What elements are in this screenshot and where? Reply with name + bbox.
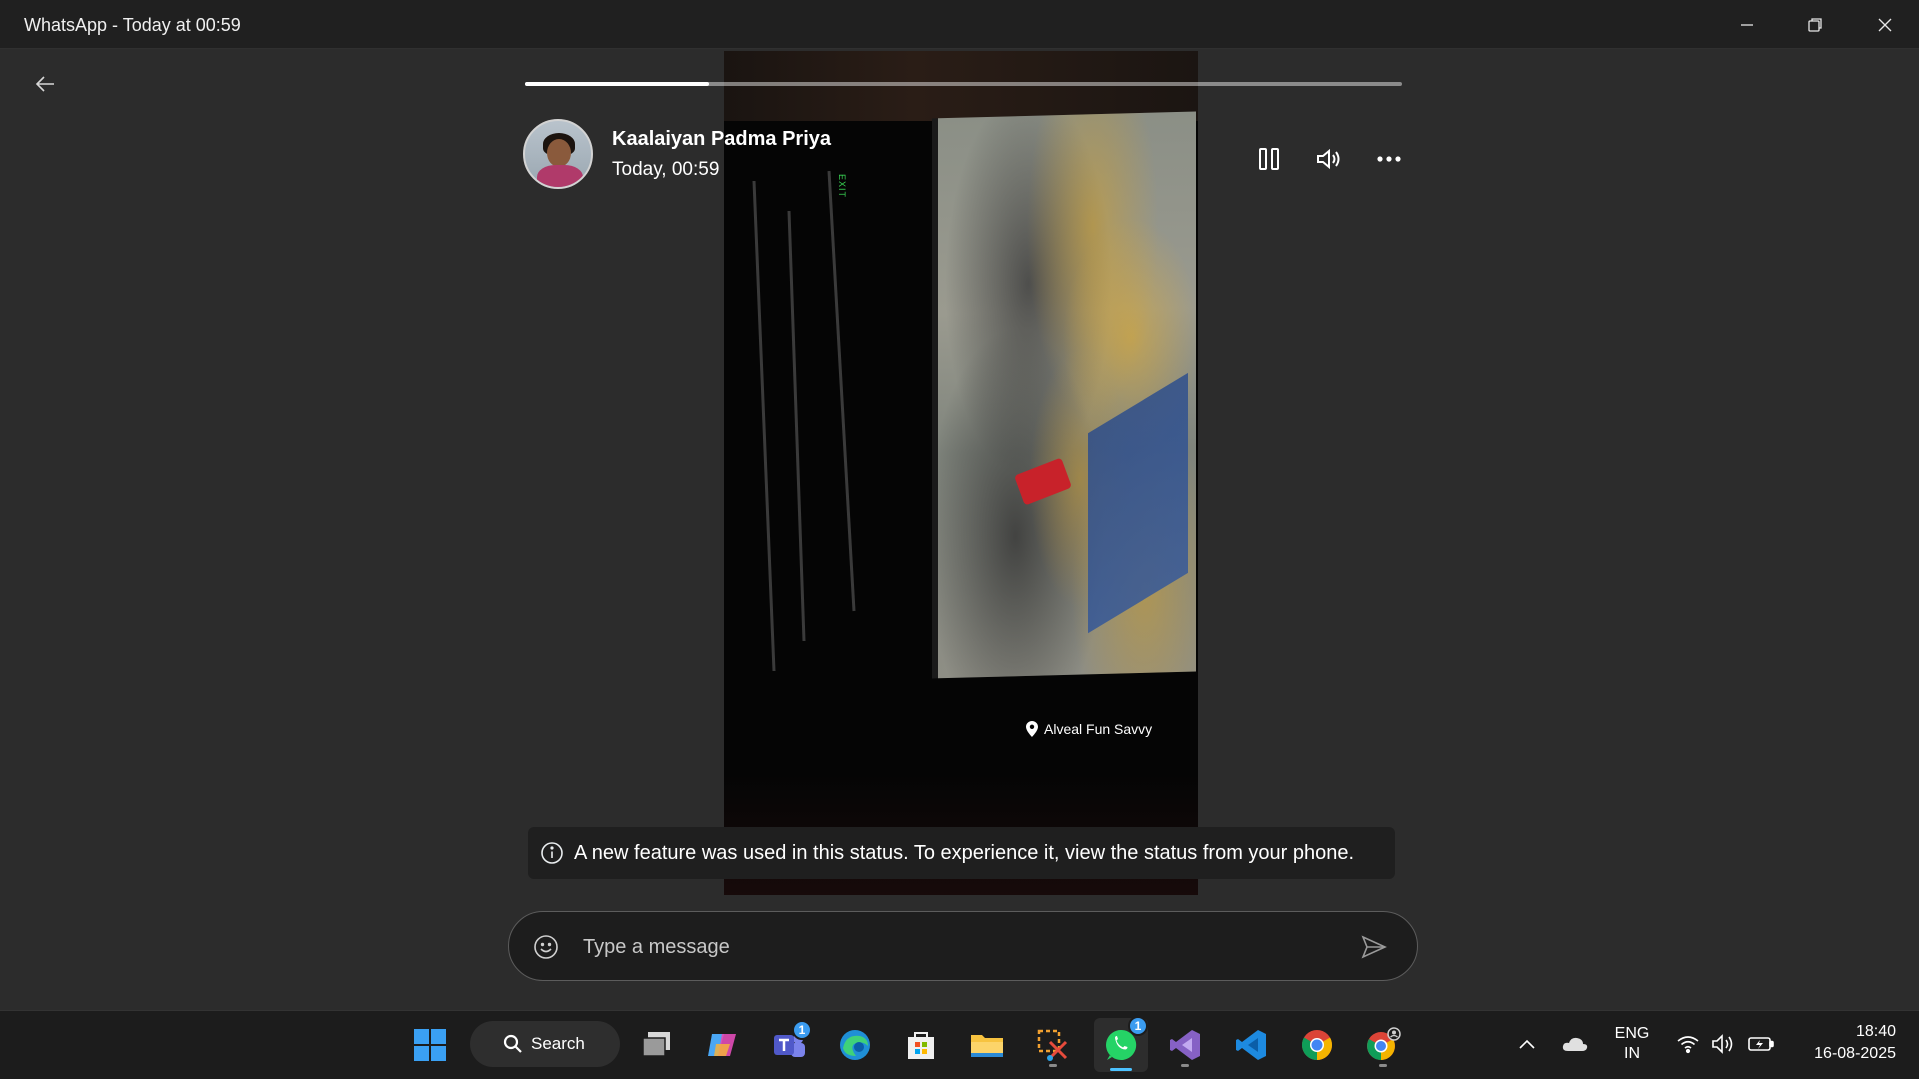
snipping-tool-icon bbox=[1037, 1029, 1068, 1061]
search-icon bbox=[503, 1034, 522, 1053]
snipping-tool-button[interactable] bbox=[1030, 1022, 1076, 1068]
edge-button[interactable] bbox=[832, 1022, 878, 1068]
smiley-icon bbox=[534, 935, 558, 959]
send-icon bbox=[1361, 935, 1387, 959]
title-bar: WhatsApp - Today at 00:59 bbox=[0, 0, 1919, 49]
file-explorer-button[interactable] bbox=[964, 1022, 1010, 1068]
blue-banner bbox=[1088, 372, 1188, 634]
volume-icon bbox=[1712, 1034, 1733, 1054]
arrow-left-icon bbox=[35, 76, 54, 92]
show-hidden-icons-button[interactable] bbox=[1512, 1024, 1542, 1064]
vscode-icon bbox=[1236, 1030, 1266, 1060]
feature-notice-text: A new feature was used in this status. T… bbox=[574, 841, 1355, 864]
teams-badge: 1 bbox=[792, 1020, 812, 1040]
start-button[interactable] bbox=[407, 1022, 453, 1068]
video-top-shade bbox=[724, 51, 1198, 121]
search-label: Search bbox=[531, 1034, 585, 1053]
microsoft-store-button[interactable] bbox=[898, 1022, 944, 1068]
location-pin-icon bbox=[1026, 721, 1038, 737]
volume-button[interactable] bbox=[1311, 141, 1347, 177]
restore-button[interactable] bbox=[1781, 0, 1849, 49]
task-view-button[interactable] bbox=[634, 1022, 680, 1068]
battery-charging-icon bbox=[1748, 1037, 1774, 1051]
task-view-icon bbox=[642, 1032, 670, 1057]
status-video[interactable]: EXIT Alveal Fun Savvy bbox=[724, 51, 1198, 895]
back-button[interactable] bbox=[30, 69, 60, 99]
feature-notice: A new feature was used in this status. T… bbox=[528, 827, 1395, 879]
language-code: ENG bbox=[1614, 1025, 1650, 1042]
cloud-icon bbox=[1562, 1037, 1588, 1051]
exit-sign: EXIT bbox=[837, 173, 848, 199]
pause-icon bbox=[1259, 148, 1279, 170]
pause-button[interactable] bbox=[1251, 141, 1287, 177]
more-horizontal-icon bbox=[1377, 156, 1401, 162]
battery-button[interactable] bbox=[1744, 1024, 1778, 1064]
video-scene bbox=[932, 111, 1196, 679]
avatar[interactable] bbox=[523, 119, 593, 189]
language-indicator[interactable]: ENG IN bbox=[1608, 1024, 1656, 1064]
vscode-button[interactable] bbox=[1228, 1022, 1274, 1068]
message-input[interactable] bbox=[583, 928, 1323, 966]
chrome-profile-button[interactable] bbox=[1360, 1022, 1406, 1068]
windows-start-icon bbox=[414, 1029, 446, 1061]
chevron-up-icon bbox=[1519, 1039, 1535, 1049]
reply-composer bbox=[508, 911, 1418, 981]
minimize-button[interactable] bbox=[1713, 0, 1781, 49]
window-title: WhatsApp - Today at 00:59 bbox=[24, 15, 241, 35]
close-icon bbox=[1878, 18, 1892, 31]
region-code: IN bbox=[1624, 1045, 1640, 1062]
teams-button[interactable]: 1 bbox=[766, 1020, 812, 1068]
video-left-rails bbox=[734, 170, 884, 691]
more-options-button[interactable] bbox=[1371, 141, 1407, 177]
visual-studio-icon bbox=[1170, 1030, 1200, 1060]
send-button[interactable] bbox=[1359, 932, 1389, 962]
red-figure bbox=[1014, 457, 1072, 506]
visual-studio-button[interactable] bbox=[1162, 1022, 1208, 1068]
copilot-button[interactable] bbox=[700, 1022, 746, 1068]
wifi-button[interactable] bbox=[1672, 1024, 1704, 1064]
restore-icon bbox=[1808, 17, 1822, 32]
minimize-icon bbox=[1741, 23, 1753, 26]
location-tag: Alveal Fun Savvy bbox=[1026, 721, 1152, 737]
status-timestamp: Today, 00:59 bbox=[612, 159, 720, 180]
copilot-icon bbox=[708, 1034, 736, 1056]
close-button[interactable] bbox=[1851, 0, 1919, 49]
volume-tray-button[interactable] bbox=[1708, 1024, 1740, 1064]
clock-date: 16-08-2025 bbox=[1814, 1045, 1896, 1062]
edge-icon bbox=[840, 1030, 870, 1060]
chrome-button[interactable] bbox=[1294, 1022, 1340, 1068]
chrome-profile-icon bbox=[1367, 1027, 1401, 1060]
microsoft-store-icon bbox=[908, 1032, 934, 1059]
info-icon bbox=[541, 842, 563, 864]
speaker-icon bbox=[1317, 148, 1340, 170]
status-progress-fill bbox=[525, 82, 710, 86]
location-label: Alveal Fun Savvy bbox=[1044, 721, 1153, 737]
status-progress-bar bbox=[525, 82, 1402, 86]
taskbar-search[interactable]: Search bbox=[470, 1021, 620, 1067]
onedrive-button[interactable] bbox=[1558, 1024, 1592, 1064]
contact-name[interactable]: Kaalaiyan Padma Priya bbox=[612, 128, 831, 151]
clock[interactable]: 18:40 16-08-2025 bbox=[1786, 1021, 1896, 1065]
wifi-icon bbox=[1677, 1036, 1699, 1054]
whatsapp-badge: 1 bbox=[1128, 1016, 1148, 1036]
whatsapp-button[interactable]: 1 bbox=[1094, 1016, 1148, 1072]
chrome-icon bbox=[1301, 1030, 1333, 1060]
status-viewer: EXIT Alveal Fun Savvy Kaalaiyan Padma Pr… bbox=[0, 49, 1919, 1010]
file-explorer-icon bbox=[971, 1035, 1003, 1057]
clock-time: 18:40 bbox=[1855, 1023, 1896, 1040]
emoji-button[interactable] bbox=[531, 932, 561, 962]
